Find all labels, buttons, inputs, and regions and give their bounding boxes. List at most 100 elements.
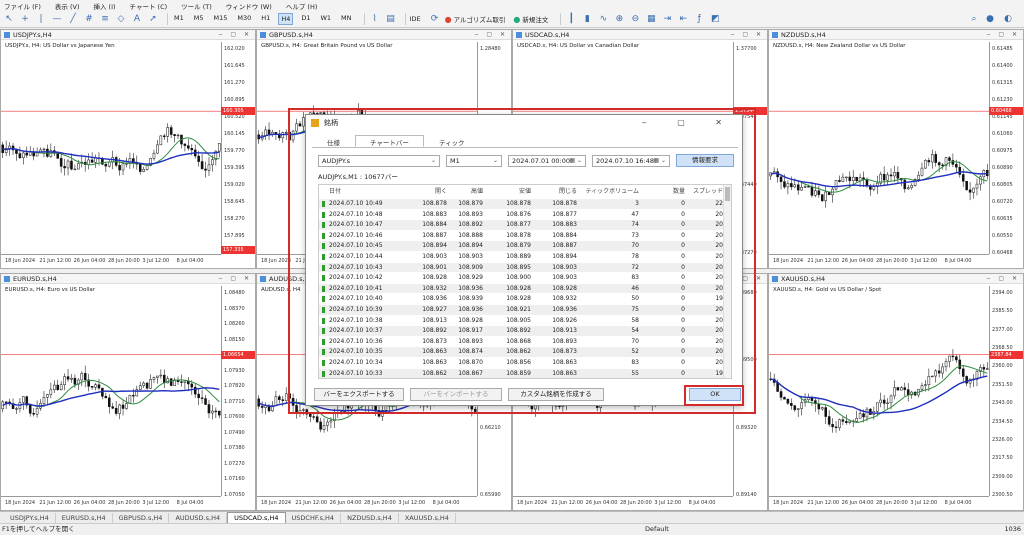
candle-chart-icon[interactable]: ▮ <box>581 13 593 25</box>
dialog-tab[interactable]: ティック <box>424 135 480 147</box>
refresh-icon[interactable]: ⟳ <box>429 13 441 25</box>
templates-icon[interactable]: ▤ <box>385 13 397 25</box>
chart-window[interactable]: NZDUSD.s,H4 ‒ ▢ ✕ NZDUSD.s, H4: New Zeal… <box>768 29 1024 269</box>
date-to-input[interactable]: 2024.07.10 16:48 ▦ ⌄ <box>592 155 670 167</box>
table-row[interactable]: 2024.07.10 10:49 108.878 108.879 108.878 108… <box>319 199 725 209</box>
menu-item[interactable]: ウィンドウ (W) <box>226 1 272 11</box>
zoom-in-icon[interactable]: ⊕ <box>613 13 625 25</box>
table-row[interactable]: 2024.07.10 10:43 108.901 108.909 108.895 108… <box>319 262 725 273</box>
chart-tab[interactable]: EURUSD.s,H4 <box>56 512 113 523</box>
zoom-out-icon[interactable]: ⊖ <box>629 13 641 25</box>
shift-icon[interactable]: ⇤ <box>677 13 689 25</box>
table-row[interactable]: 2024.07.10 10:37 108.892 108.917 108.892 108… <box>319 326 725 336</box>
window-controls[interactable]: ‒ ▢ ✕ <box>642 115 736 131</box>
menu-item[interactable]: ヘルプ (H) <box>286 1 318 11</box>
table-row[interactable]: 2024.07.10 10:41 108.932 108.936 108.928 108… <box>319 283 725 294</box>
arrow-icon[interactable]: ➚ <box>147 13 159 25</box>
menu-item[interactable]: チャート (C) <box>130 1 168 11</box>
table-row[interactable]: 2024.07.10 10:45 108.894 108.894 108.879 108… <box>319 241 725 252</box>
menu-item[interactable]: ツール (T) <box>181 1 212 11</box>
timeframe-m5[interactable]: M5 <box>192 13 206 25</box>
trendline-icon[interactable]: ╱ <box>67 13 79 25</box>
chart-window[interactable]: EURUSD.s,H4 ‒ ▢ ✕ EURUSD.s, H4: Euro vs … <box>0 273 256 511</box>
menu-item[interactable]: 挿入 (I) <box>93 1 115 11</box>
chart-tab[interactable]: USDJPY.s,H4 <box>4 512 56 523</box>
search-icon[interactable]: ⌕ <box>968 13 980 25</box>
dialog-tab[interactable]: 仕様 <box>312 135 355 147</box>
scrollbar-thumb[interactable] <box>725 187 730 201</box>
ide-button[interactable]: IDE <box>410 15 421 23</box>
grid-icon[interactable]: ▦ <box>645 13 657 25</box>
table-row[interactable]: 2024.07.10 10:42 108.928 108.929 108.900 108… <box>319 273 725 283</box>
symbol-select[interactable]: AUDJPY.s ⌄ <box>318 155 440 167</box>
cursor-icon[interactable]: ↖ <box>3 13 15 25</box>
notification-icon[interactable]: ● <box>984 13 996 25</box>
timeframe-mn[interactable]: MN <box>339 13 353 25</box>
chart-window[interactable]: USDJPY.s,H4 ‒ ▢ ✕ USDJPY.s, H4: US Dolla… <box>0 29 256 269</box>
period-select[interactable]: M1 ⌄ <box>446 155 502 167</box>
chart-tab[interactable]: GBPUSD.s,H4 <box>113 512 170 523</box>
channel-icon[interactable]: # <box>83 13 95 25</box>
autoscroll-icon[interactable]: ⇥ <box>661 13 673 25</box>
toggle-icon[interactable]: ◐ <box>1002 13 1014 25</box>
chart-tab[interactable]: USDCHF.s,H4 <box>286 512 342 523</box>
menu-item[interactable]: 表示 (V) <box>55 1 80 11</box>
table-row[interactable]: 2024.07.10 10:40 108.936 108.939 108.928 108… <box>319 294 725 304</box>
timeframe-h4[interactable]: H4 <box>278 13 294 25</box>
chart-tab[interactable]: XAUUSD.s,H4 <box>399 512 456 523</box>
request-button[interactable]: 情報要求 <box>676 154 734 167</box>
table-row[interactable]: 2024.07.10 10:36 108.873 108.893 108.868 108… <box>319 337 725 347</box>
table-cell: 19 <box>715 369 723 377</box>
chart-tab[interactable]: AUDUSD.s,H4 <box>169 512 228 523</box>
status-help: F1を押してヘルプを開く <box>2 525 75 533</box>
algo-trading-button[interactable]: ● アルゴリズム取引 <box>445 14 506 25</box>
window-controls[interactable]: ‒ ▢ ✕ <box>219 275 252 282</box>
crosshair-icon[interactable]: + <box>19 13 31 25</box>
menu-item[interactable]: ファイル (F) <box>4 1 41 11</box>
timeframe-w1[interactable]: W1 <box>318 13 333 25</box>
table-row[interactable]: 2024.07.10 10:46 108.887 108.888 108.878 108… <box>319 231 725 241</box>
price-tick: 0.60805 <box>992 182 1013 188</box>
window-controls[interactable]: ‒ ▢ ✕ <box>987 275 1020 282</box>
chart-tab[interactable]: USDCAD.s,H4 <box>227 512 286 523</box>
time-tick: 18 Jun 2024 <box>5 500 36 506</box>
window-controls[interactable]: ‒ ▢ ✕ <box>731 31 764 38</box>
timeframe-m1[interactable]: M1 <box>172 13 186 25</box>
fibonacci-icon[interactable]: ≡ <box>99 13 111 25</box>
vertical-line-icon[interactable]: | <box>35 13 47 25</box>
import-bars-button[interactable]: バーをインポートする <box>410 388 502 401</box>
date-from-input[interactable]: 2024.07.01 00:00 ▦ ⌄ <box>508 155 586 167</box>
table-row[interactable]: 2024.07.10 10:44 108.903 108.903 108.889 108… <box>319 252 725 262</box>
table-row[interactable]: 2024.07.10 10:33 108.862 108.867 108.859 108… <box>319 368 725 378</box>
dialog-tab[interactable]: チャートバー <box>355 135 424 147</box>
chart-tab[interactable]: NZDUSD.s,H4 <box>341 512 399 523</box>
table-cell: 108.878 <box>552 200 577 207</box>
window-controls[interactable]: ‒ ▢ ✕ <box>219 31 252 38</box>
table-row[interactable]: 2024.07.10 10:47 108.884 108.892 108.877 108… <box>319 220 725 230</box>
table-row[interactable]: 2024.07.10 10:48 108.883 108.893 108.876 108… <box>319 210 725 220</box>
indicators-icon[interactable]: ƒ <box>693 13 705 25</box>
timeframe-h1[interactable]: H1 <box>259 13 272 25</box>
chart-type-icon[interactable]: ⌇ <box>369 13 381 25</box>
timeframe-d1[interactable]: D1 <box>299 13 312 25</box>
bar-chart-icon[interactable]: ┃ <box>565 13 577 25</box>
window-controls[interactable]: ‒ ▢ ✕ <box>475 31 508 38</box>
create-custom-symbol-button[interactable]: カスタム銘柄を作成する <box>508 388 604 401</box>
line-chart-icon[interactable]: ∿ <box>597 13 609 25</box>
table-row[interactable]: 2024.07.10 10:38 108.913 108.928 108.905 108… <box>319 316 725 326</box>
objects-icon[interactable]: ◩ <box>709 13 721 25</box>
shapes-icon[interactable]: ◇ <box>115 13 127 25</box>
timeframe-m30[interactable]: M30 <box>235 13 253 25</box>
timeframe-m15[interactable]: M15 <box>212 13 230 25</box>
new-order-button[interactable]: ● 新規注文 <box>513 14 548 25</box>
chart-window[interactable]: XAUUSD.s,H4 ‒ ▢ ✕ XAUUSD.s, H4: Gold vs … <box>768 273 1024 511</box>
horizontal-line-icon[interactable]: — <box>51 13 63 25</box>
export-bars-button[interactable]: バーをエクスポートする <box>314 388 404 401</box>
table-row[interactable]: 2024.07.10 10:34 108.863 108.870 108.856 108… <box>319 358 725 368</box>
table-row[interactable]: 2024.07.10 10:39 108.927 108.936 108.921 108… <box>319 305 725 315</box>
window-controls[interactable]: ‒ ▢ ✕ <box>987 31 1020 38</box>
price-tick: 2309.00 <box>992 473 1013 480</box>
text-icon[interactable]: A <box>131 13 143 25</box>
table-scrollbar[interactable] <box>723 185 731 378</box>
table-row[interactable]: 2024.07.10 10:35 108.863 108.874 108.862 108… <box>319 347 725 358</box>
